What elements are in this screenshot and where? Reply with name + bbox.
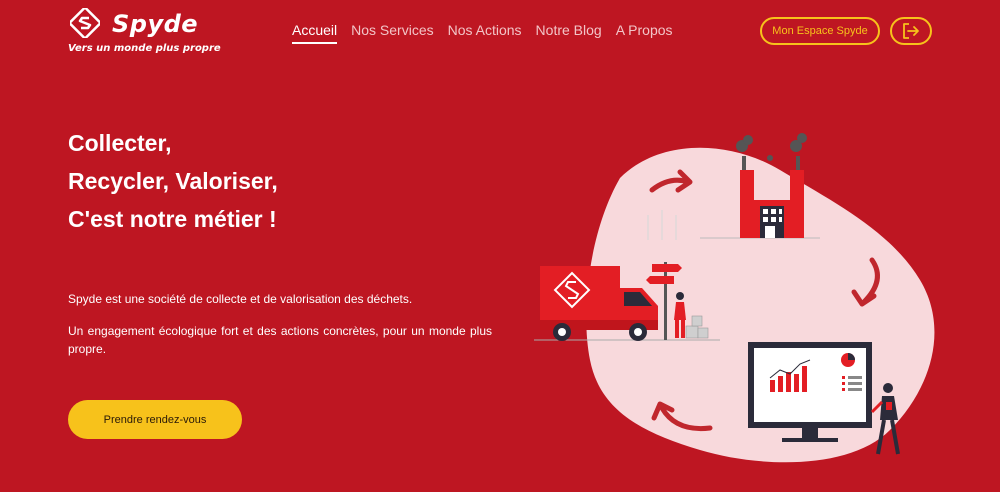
nav-item-nos-services[interactable]: Nos Services bbox=[351, 22, 433, 44]
hero-title-line-3: C'est notre métier ! bbox=[68, 206, 277, 232]
recycling-cycle-illustration bbox=[534, 133, 935, 463]
hero-description-2: Un engagement écologique fort et des act… bbox=[68, 324, 492, 356]
nav-item-nos-actions[interactable]: Nos Actions bbox=[448, 22, 522, 44]
brand-tagline: Vers un monde plus propre bbox=[68, 43, 221, 54]
brand-name: Spyde bbox=[112, 10, 199, 38]
spyde-logo-icon bbox=[70, 8, 100, 38]
book-appointment-button[interactable]: Prendre rendez-vous bbox=[68, 400, 242, 439]
monitor-dashboard-icon bbox=[748, 342, 872, 442]
espace-spyde-button[interactable]: Mon Espace Spyde bbox=[760, 17, 880, 45]
nav-item-accueil[interactable]: Accueil bbox=[292, 22, 338, 44]
logout-button[interactable] bbox=[890, 17, 932, 45]
hero-title-line-1: Collecter, bbox=[68, 130, 172, 156]
hero-description-1: Spyde est une société de collecte et de … bbox=[68, 292, 413, 306]
nav-item-notre-blog[interactable]: Notre Blog bbox=[536, 22, 602, 44]
nav-item-a-propos[interactable]: A Propos bbox=[616, 22, 673, 44]
main-nav: Accueil Nos Services Nos Actions Notre B… bbox=[292, 22, 687, 44]
hero-title-line-2: Recycler, Valoriser, bbox=[68, 168, 278, 194]
logout-icon bbox=[903, 23, 919, 39]
hero-title: Collecter, Recycler, Valoriser, C'est no… bbox=[68, 124, 388, 238]
logo[interactable]: Spyde Vers un monde plus propre bbox=[68, 8, 221, 58]
